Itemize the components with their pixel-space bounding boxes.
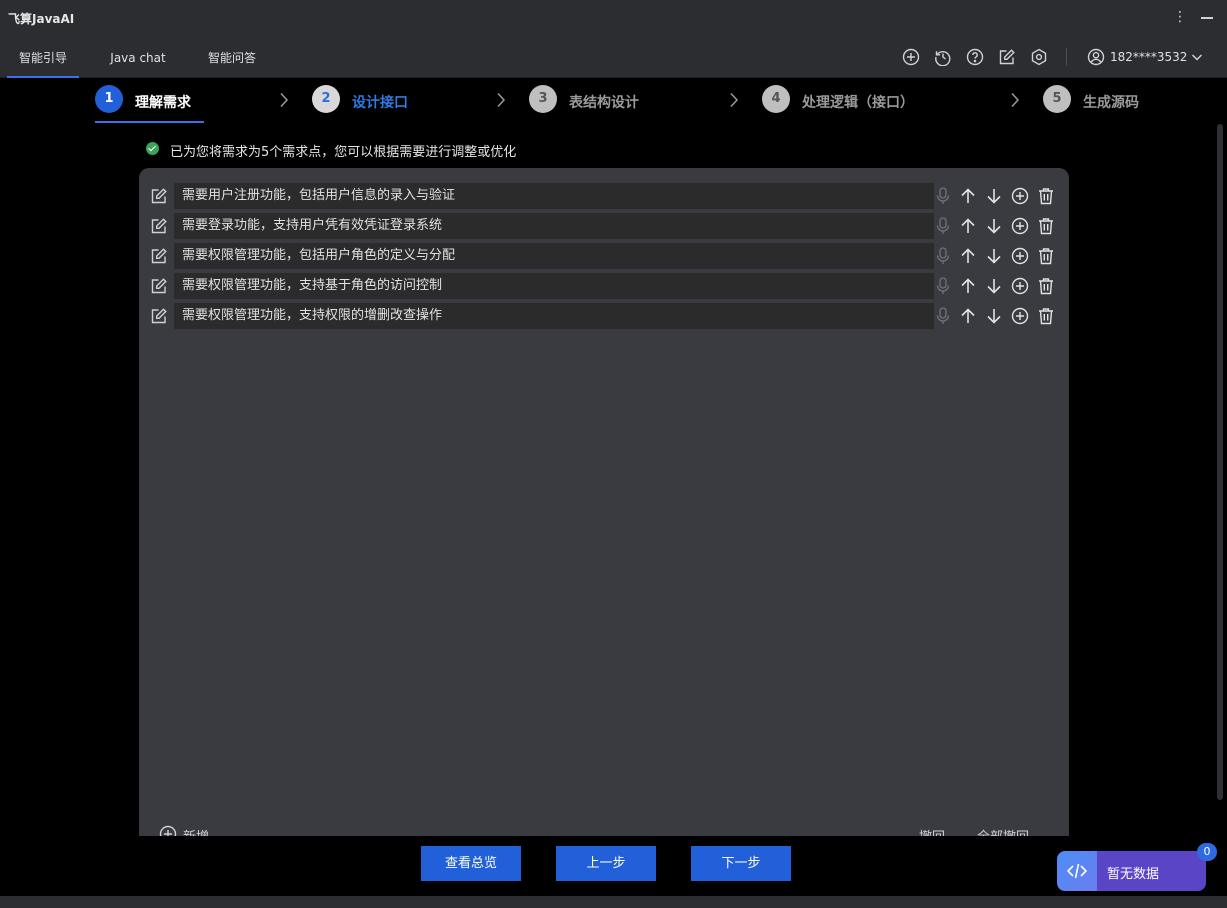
step-number: 1	[95, 85, 123, 113]
tab-smart-guide[interactable]: 智能引导	[7, 36, 79, 78]
requirement-text[interactable]: 需要登录功能，支持用户凭有效凭证登录系统	[174, 213, 934, 239]
arrow-up-icon[interactable]	[959, 217, 977, 235]
requirement-row: 需要权限管理功能，包括用户角色的定义与分配	[139, 243, 1069, 269]
arrow-up-icon[interactable]	[959, 307, 977, 325]
requirement-text[interactable]: 需要权限管理功能，支持基于角色的访问控制	[174, 273, 934, 299]
plus-circle-icon[interactable]	[1011, 217, 1029, 235]
step-number: 4	[762, 85, 790, 113]
user-phone[interactable]: 182****3532	[1110, 50, 1187, 64]
edit-icon[interactable]	[150, 307, 168, 325]
trash-icon[interactable]	[1037, 217, 1055, 235]
undo-button[interactable]: 撤回	[919, 826, 945, 836]
plus-circle-icon[interactable]	[1011, 187, 1029, 205]
microphone-icon[interactable]	[936, 307, 950, 325]
step-number: 3	[529, 85, 557, 113]
trash-icon[interactable]	[1037, 247, 1055, 265]
status-strip	[0, 896, 1227, 908]
tab-java-chat[interactable]: Java chat	[104, 36, 172, 78]
code-widget-button[interactable]	[1057, 851, 1097, 891]
tab-bar: 智能引导 Java chat 智能问答 182****3532	[0, 36, 1227, 78]
step-number: 5	[1043, 85, 1071, 113]
code-widget-panel[interactable]: 暂无数据	[1097, 851, 1206, 891]
undo-all-button[interactable]: 全部撤回	[977, 826, 1029, 836]
step-label: 表结构设计	[569, 95, 639, 111]
requirement-row: 需要权限管理功能，支持基于角色的访问控制	[139, 273, 1069, 299]
requirement-text[interactable]: 需要权限管理功能，支持权限的增删改查操作	[174, 303, 934, 329]
step-active-underline	[95, 121, 204, 123]
toolbar-separator	[1066, 48, 1067, 66]
next-step-button[interactable]: 下一步	[691, 846, 791, 881]
notification-badge: 0	[1197, 843, 1217, 861]
microphone-icon[interactable]	[936, 277, 950, 295]
requirement-text[interactable]: 需要权限管理功能，包括用户角色的定义与分配	[174, 243, 934, 269]
scrollbar[interactable]	[1217, 124, 1223, 800]
more-options-icon[interactable]: ⋮	[1172, 8, 1188, 28]
prev-step-button[interactable]: 上一步	[556, 846, 656, 881]
requirements-panel: 需要用户注册功能，包括用户信息的录入与验证 需要登录功能，支持用户凭有效凭证登录…	[139, 168, 1069, 836]
view-overview-button[interactable]: 查看总览	[421, 846, 521, 881]
arrow-down-icon[interactable]	[985, 247, 1003, 265]
arrow-down-icon[interactable]	[985, 217, 1003, 235]
user-avatar-icon[interactable]	[1087, 48, 1105, 66]
minimize-icon[interactable]	[1197, 9, 1217, 27]
step-label: 生成源码	[1083, 95, 1139, 111]
chevron-right-icon	[279, 92, 289, 108]
arrow-down-icon[interactable]	[985, 277, 1003, 295]
requirement-row: 需要权限管理功能，支持权限的增删改查操作	[139, 303, 1069, 329]
widget-status-text: 暂无数据	[1107, 867, 1160, 882]
settings-icon[interactable]	[1030, 48, 1048, 66]
plus-circle-icon	[159, 825, 177, 836]
plus-circle-icon[interactable]	[1011, 307, 1029, 325]
arrow-up-icon[interactable]	[959, 247, 977, 265]
requirement-row: 需要登录功能，支持用户凭有效凭证登录系统	[139, 213, 1069, 239]
trash-icon[interactable]	[1037, 307, 1055, 325]
plus-circle-icon[interactable]	[902, 48, 920, 66]
help-icon[interactable]	[966, 48, 984, 66]
chevron-right-icon	[496, 92, 506, 108]
plus-circle-icon[interactable]	[1011, 247, 1029, 265]
trash-icon[interactable]	[1037, 187, 1055, 205]
edit-icon[interactable]	[150, 277, 168, 295]
step-number: 2	[312, 85, 340, 113]
history-icon[interactable]	[934, 48, 952, 66]
plus-circle-icon[interactable]	[1011, 277, 1029, 295]
check-circle-icon	[146, 142, 159, 155]
microphone-icon[interactable]	[936, 247, 950, 265]
trash-icon[interactable]	[1037, 277, 1055, 295]
arrow-down-icon[interactable]	[985, 187, 1003, 205]
requirement-text[interactable]: 需要用户注册功能，包括用户信息的录入与验证	[174, 183, 934, 209]
step-label: 设计接口	[352, 95, 408, 111]
add-requirement-button[interactable]: 新增	[159, 825, 239, 836]
edit-icon[interactable]	[150, 187, 168, 205]
edit-icon[interactable]	[150, 247, 168, 265]
notice-message: 已为您将需求为5个需求点，您可以根据需要进行调整或优化	[170, 145, 517, 160]
arrow-up-icon[interactable]	[959, 187, 977, 205]
chevron-down-icon[interactable]	[1190, 50, 1204, 64]
microphone-icon[interactable]	[936, 217, 950, 235]
step-label: 处理逻辑（接口）	[802, 95, 914, 111]
edit-icon[interactable]	[998, 48, 1016, 66]
requirement-row: 需要用户注册功能，包括用户信息的录入与验证	[139, 183, 1069, 209]
chevron-right-icon	[729, 92, 739, 108]
tab-smart-qa[interactable]: 智能问答	[202, 36, 262, 78]
title-bar: 飞算JavaAI ⋮	[0, 0, 1227, 36]
microphone-icon[interactable]	[936, 187, 950, 205]
code-icon	[1066, 863, 1088, 879]
step-label: 理解需求	[135, 95, 191, 111]
arrow-down-icon[interactable]	[985, 307, 1003, 325]
edit-icon[interactable]	[150, 217, 168, 235]
add-requirement-label: 新增	[183, 826, 209, 836]
arrow-up-icon[interactable]	[959, 277, 977, 295]
chevron-right-icon	[1010, 92, 1020, 108]
app-title: 飞算JavaAI	[8, 12, 75, 26]
